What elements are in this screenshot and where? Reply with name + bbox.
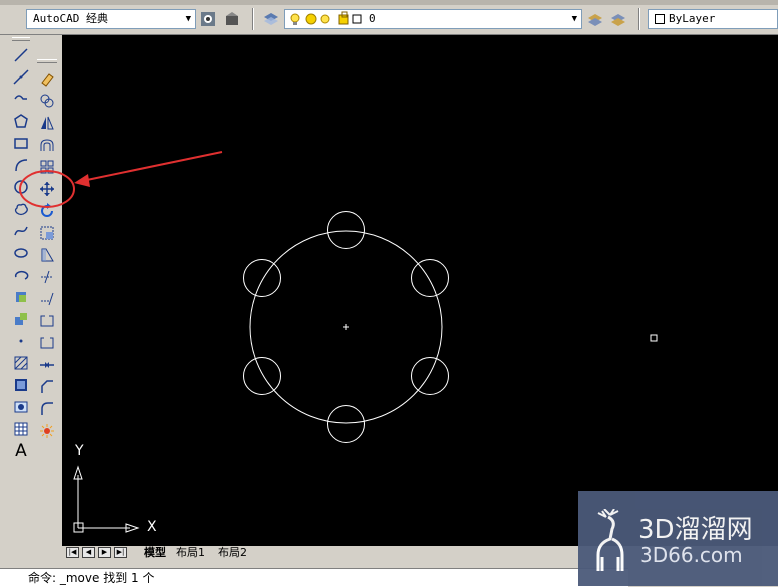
watermark-url: 3D66.com (640, 543, 743, 567)
tab-layout1[interactable]: 布局1 (176, 546, 205, 559)
tab-model[interactable]: 模型 (144, 546, 166, 559)
command-line[interactable]: 命令: _move 找到 1 个 (0, 568, 628, 587)
deer-logo-icon (596, 509, 624, 571)
tab-layout2[interactable]: 布局2 (218, 546, 247, 559)
first-tab-button[interactable]: |◀ (66, 547, 79, 558)
last-tab-button[interactable]: ▶| (114, 547, 127, 558)
command-line-text: 命令: _move 找到 1 个 (28, 571, 155, 585)
pointer-arrow-line (81, 151, 223, 182)
pointer-arrow-head (74, 174, 90, 187)
watermark: 3D溜溜网 3D66.com (578, 491, 778, 586)
watermark-brand: 3D溜溜网 (638, 515, 753, 545)
next-tab-button[interactable]: ▶ (98, 547, 111, 558)
highlight-circle (19, 170, 75, 208)
prev-tab-button[interactable]: ◀ (82, 547, 95, 558)
